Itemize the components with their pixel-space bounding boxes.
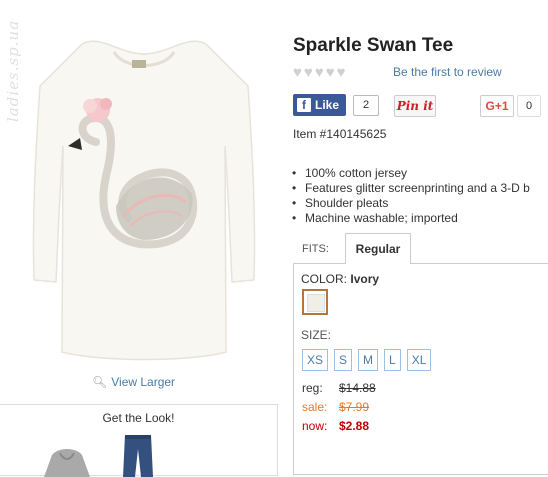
size-button-l[interactable]: L: [384, 349, 401, 371]
heart-icon: ♥: [303, 64, 313, 81]
size-button-m[interactable]: M: [358, 349, 379, 371]
facebook-icon: f: [297, 98, 311, 112]
product-image[interactable]: [20, 26, 268, 366]
size-options: XS S M L XL: [302, 349, 432, 371]
selected-color-name: Ivory: [350, 272, 380, 286]
rating-hearts: ♥ ♥ ♥ ♥ ♥: [293, 65, 346, 80]
look-item-hoodie-image[interactable]: [44, 445, 90, 477]
heart-icon: ♥: [314, 64, 324, 81]
regular-price-value: $14.88: [339, 381, 376, 395]
fits-label: FITS:: [302, 243, 329, 255]
feature-item: 100% cotton jersey: [292, 166, 548, 181]
regular-price-label: reg:: [302, 381, 323, 395]
heart-icon: ♥: [336, 64, 346, 81]
view-larger-label: View Larger: [111, 375, 176, 389]
heart-icon: ♥: [325, 64, 335, 81]
swatch-fill: [307, 294, 325, 312]
regular-price-row: reg: $14.88: [302, 381, 376, 395]
facebook-like-button[interactable]: f Like: [293, 94, 347, 116]
google-plus-button[interactable]: G+1: [480, 95, 514, 117]
get-the-look-panel: Get the Look!: [0, 404, 278, 477]
tee-illustration: [32, 40, 256, 361]
now-price-row: now: $2.88: [302, 419, 369, 433]
color-label: COLOR: Ivory: [301, 272, 379, 286]
get-the-look-title: Get the Look!: [102, 411, 175, 425]
heart-icon: ♥: [293, 64, 302, 81]
view-larger-link[interactable]: 🔍︎ View Larger: [92, 375, 175, 389]
size-button-xl[interactable]: XL: [406, 349, 432, 371]
now-price-value: $2.88: [339, 419, 370, 433]
product-title: Sparkle Swan Tee: [293, 35, 454, 56]
feature-list: 100% cotton jersey Features glitter scre…: [292, 166, 548, 226]
facebook-like-label: Like: [315, 98, 340, 112]
feature-item: Shoulder pleats: [292, 196, 548, 211]
pinterest-pin-button[interactable]: Pin it: [394, 95, 436, 117]
color-label-text: COLOR:: [301, 272, 348, 286]
facebook-like-count: 2: [353, 95, 379, 116]
now-price-label: now:: [302, 419, 328, 433]
size-button-s[interactable]: S: [334, 349, 353, 371]
item-number: Item #140145625: [293, 127, 387, 141]
google-plus-count: 0: [517, 95, 541, 117]
sale-price-label: sale:: [302, 400, 328, 414]
feature-item: Machine washable; imported: [292, 211, 548, 226]
magnifier-icon: 🔍︎: [92, 375, 108, 389]
look-item-jeans-image[interactable]: [121, 435, 155, 477]
write-review-link[interactable]: Be the first to review: [393, 65, 502, 79]
feature-item: Features glitter screenprinting and a 3-…: [292, 181, 548, 196]
sale-price-value: $7.99: [339, 400, 370, 414]
size-label: SIZE:: [301, 328, 332, 342]
sale-price-row: sale: $7.99: [302, 400, 369, 414]
color-swatch-ivory[interactable]: [302, 289, 328, 315]
size-button-xs[interactable]: XS: [302, 349, 329, 371]
fit-tab-regular[interactable]: Regular: [345, 233, 411, 264]
